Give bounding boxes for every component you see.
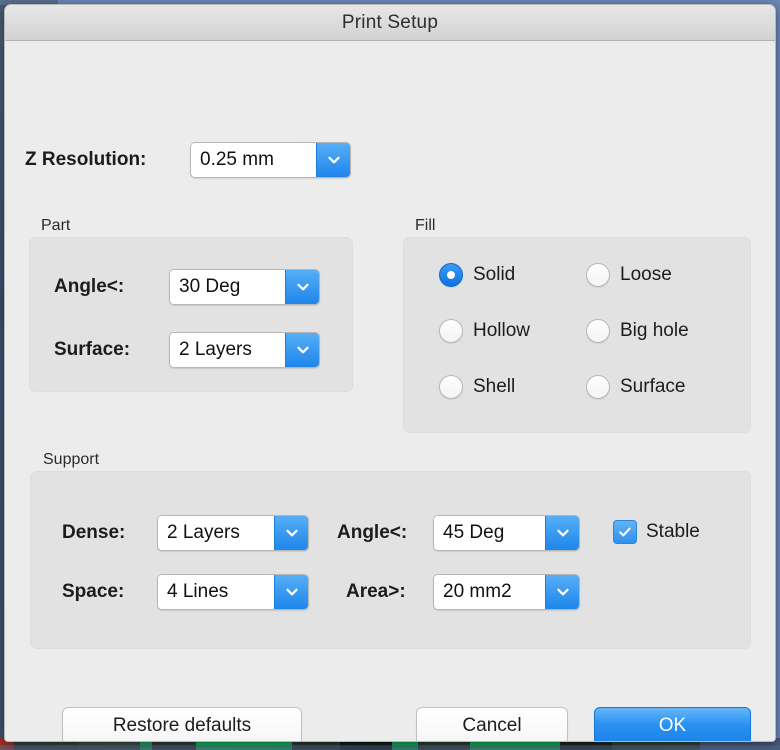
support-stable-checkbox[interactable]: Stable xyxy=(613,520,700,544)
part-angle-dropdown[interactable]: 30 Deg xyxy=(169,269,320,305)
support-dense-value: 2 Layers xyxy=(158,516,274,550)
support-space-dropdown[interactable]: 4 Lines xyxy=(157,574,309,610)
fill-option-surface[interactable]: Surface xyxy=(586,375,685,399)
fill-option-loose[interactable]: Loose xyxy=(586,263,672,287)
chevron-down-icon xyxy=(545,516,579,550)
checkmark-icon xyxy=(613,520,637,544)
part-surface-dropdown[interactable]: 2 Layers xyxy=(169,332,320,368)
fill-option-label: Surface xyxy=(620,376,686,397)
fill-option-label: Hollow xyxy=(473,320,531,341)
z-resolution-dropdown[interactable]: 0.25 mm xyxy=(190,142,351,178)
restore-defaults-button[interactable]: Restore defaults xyxy=(62,707,302,741)
support-dense-dropdown[interactable]: 2 Layers xyxy=(157,515,309,551)
support-area-value: 20 mm2 xyxy=(434,575,545,609)
support-space-label: Space: xyxy=(62,581,125,602)
dialog-titlebar: Print Setup xyxy=(5,5,775,41)
dialog-title: Print Setup xyxy=(341,11,439,33)
fill-option-label: Loose xyxy=(620,264,672,285)
support-area-label: Area>: xyxy=(346,581,406,602)
support-group-title: Support xyxy=(43,451,100,468)
z-resolution-value: 0.25 mm xyxy=(191,143,316,177)
radio-icon xyxy=(439,319,463,343)
chevron-down-icon xyxy=(274,516,308,550)
part-angle-value: 30 Deg xyxy=(170,270,285,304)
chevron-down-icon xyxy=(274,575,308,609)
dialog-content: Z Resolution: 0.25 mm Part Angle<: 30 De… xyxy=(5,41,775,741)
support-dense-label: Dense: xyxy=(62,522,126,543)
support-stable-label: Stable xyxy=(646,521,700,542)
part-surface-value: 2 Layers xyxy=(170,333,285,367)
support-area-dropdown[interactable]: 20 mm2 xyxy=(433,574,580,610)
cancel-button[interactable]: Cancel xyxy=(416,707,568,741)
support-space-value: 4 Lines xyxy=(158,575,274,609)
fill-option-shell[interactable]: Shell xyxy=(439,375,515,399)
part-angle-label: Angle<: xyxy=(54,276,125,297)
part-groupbox xyxy=(29,237,353,392)
desktop-background-bottom-overlay xyxy=(0,745,780,750)
radio-icon xyxy=(586,263,610,287)
radio-icon xyxy=(586,375,610,399)
fill-group-title: Fill xyxy=(415,217,436,234)
support-angle-value: 45 Deg xyxy=(434,516,545,550)
chevron-down-icon xyxy=(285,270,319,304)
part-group-title: Part xyxy=(41,217,71,234)
support-angle-label: Angle<: xyxy=(337,522,408,543)
fill-option-solid[interactable]: Solid xyxy=(439,263,515,287)
fill-option-big-hole[interactable]: Big hole xyxy=(586,319,689,343)
support-groupbox xyxy=(30,471,751,649)
chevron-down-icon xyxy=(545,575,579,609)
fill-option-hollow[interactable]: Hollow xyxy=(439,319,530,343)
support-angle-dropdown[interactable]: 45 Deg xyxy=(433,515,580,551)
chevron-down-icon xyxy=(316,143,350,177)
radio-icon xyxy=(439,375,463,399)
radio-icon xyxy=(439,263,463,287)
fill-option-label: Solid xyxy=(473,264,516,285)
radio-icon xyxy=(586,319,610,343)
chevron-down-icon xyxy=(285,333,319,367)
z-resolution-label: Z Resolution: xyxy=(25,149,147,170)
print-setup-dialog: Print Setup Z Resolution: 0.25 mm Part A… xyxy=(4,4,776,742)
ok-button[interactable]: OK xyxy=(594,707,751,741)
part-surface-label: Surface: xyxy=(54,339,131,360)
fill-option-label: Shell xyxy=(473,376,516,397)
fill-option-label: Big hole xyxy=(620,320,689,341)
